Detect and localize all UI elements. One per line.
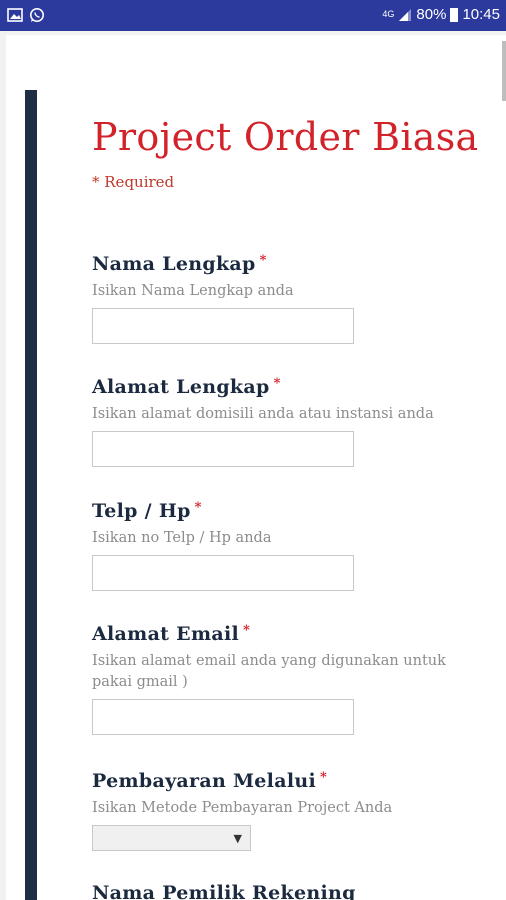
clock: 10:45 — [462, 6, 500, 23]
help-line: Isikan alamat email anda yang digunakan … — [92, 653, 446, 669]
gallery-icon — [7, 8, 23, 22]
whatsapp-icon — [30, 8, 44, 22]
required-star: * — [259, 253, 267, 268]
question-help: Isikan alamat email anda yang digunakan … — [92, 651, 446, 693]
status-bar: 4G 80% 10:45 — [0, 0, 506, 31]
alamat-lengkap-input[interactable] — [92, 431, 354, 467]
required-star: * — [194, 500, 202, 515]
help-line: pakai gmail ) — [92, 674, 188, 690]
question-telp-hp: Telp / Hp * Isikan no Telp / Hp anda — [92, 500, 354, 591]
telp-hp-input[interactable] — [92, 555, 354, 591]
question-nama-pemilik-rekening: Nama Pemilik Rekening — [92, 882, 356, 900]
question-title: Pembayaran Melalui — [92, 770, 316, 792]
question-nama-lengkap: Nama Lengkap * Isikan Nama Lengkap anda — [92, 253, 354, 344]
network-type: 4G — [382, 9, 395, 19]
signal-icon — [399, 8, 412, 21]
question-help: Isikan alamat domisili anda atau instans… — [92, 406, 434, 422]
question-pembayaran-melalui: Pembayaran Melalui * Isikan Metode Pembay… — [92, 770, 392, 851]
question-title: Telp / Hp — [92, 500, 191, 522]
question-title: Alamat Email — [92, 623, 240, 645]
dropdown-arrow-icon: ▼ — [233, 831, 242, 845]
required-star: * — [273, 376, 281, 391]
question-alamat-email: Alamat Email * Isikan alamat email anda y… — [92, 623, 446, 735]
nama-lengkap-input[interactable] — [92, 308, 354, 344]
question-help: Isikan no Telp / Hp anda — [92, 530, 272, 546]
form-page: Project Order Biasa * Required Nama Leng… — [6, 35, 506, 900]
scrollbar[interactable] — [502, 41, 506, 101]
question-alamat-lengkap: Alamat Lengkap * Isikan alamat domisili a… — [92, 376, 434, 467]
required-note: * Required — [92, 173, 175, 191]
question-title: Nama Lengkap — [92, 253, 256, 275]
question-help: Isikan Nama Lengkap anda — [92, 283, 294, 299]
battery-percent: 80% — [416, 6, 447, 23]
form-title: Project Order Biasa — [92, 115, 479, 159]
battery-icon — [450, 7, 459, 22]
form-accent-bar — [25, 90, 37, 900]
question-title: Alamat Lengkap — [92, 376, 270, 398]
required-star: * — [319, 770, 328, 785]
question-title: Nama Pemilik Rekening — [92, 882, 356, 900]
required-star: * — [243, 623, 251, 638]
question-help: Isikan Metode Pembayaran Project Anda — [92, 800, 393, 816]
pembayaran-select[interactable]: ▼ — [92, 825, 251, 851]
form-content: Project Order Biasa * Required Nama Leng… — [92, 115, 506, 900]
alamat-email-input[interactable] — [92, 699, 354, 735]
